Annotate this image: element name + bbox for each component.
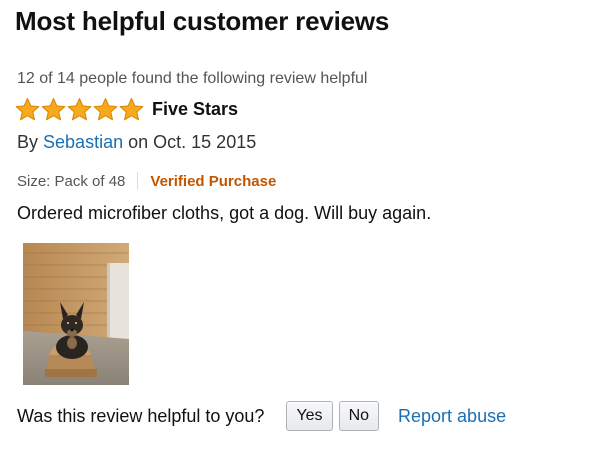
review-photo[interactable] (23, 243, 129, 385)
star-icon (93, 98, 118, 121)
star-icon (41, 98, 66, 121)
yes-button[interactable]: Yes (286, 401, 333, 431)
reviews-heading: Most helpful customer reviews (15, 6, 390, 36)
star-icon (119, 98, 144, 121)
helpful-question: Was this review helpful to you? (17, 405, 265, 426)
no-button[interactable]: No (338, 401, 380, 431)
star-rating[interactable] (15, 97, 144, 121)
meta-divider (137, 172, 139, 190)
helpful-count-text: 12 of 14 people found the following revi… (17, 70, 368, 87)
by-prefix: By (17, 132, 39, 152)
report-abuse-link[interactable]: Report abuse (398, 406, 506, 427)
feedback-row: Was this review helpful to you? Yes No R… (17, 399, 506, 433)
verified-purchase-badge: Verified Purchase (150, 172, 277, 190)
review-meta: Size: Pack of 48 Verified Purchase (17, 172, 276, 190)
review-title[interactable]: Five Stars (152, 99, 238, 120)
author-link[interactable]: Sebastian (43, 132, 123, 152)
star-icon (15, 98, 40, 121)
star-icon (67, 98, 92, 121)
review-byline: By Sebastian on Oct. 15 2015 (17, 132, 256, 153)
review-body: Ordered microfiber cloths, got a dog. Wi… (17, 203, 432, 223)
date-prefix: on (128, 132, 149, 152)
size-label: Size: Pack of 48 (17, 172, 126, 190)
rating-row: Five Stars (15, 96, 238, 122)
review-date: Oct. 15 2015 (153, 132, 257, 152)
